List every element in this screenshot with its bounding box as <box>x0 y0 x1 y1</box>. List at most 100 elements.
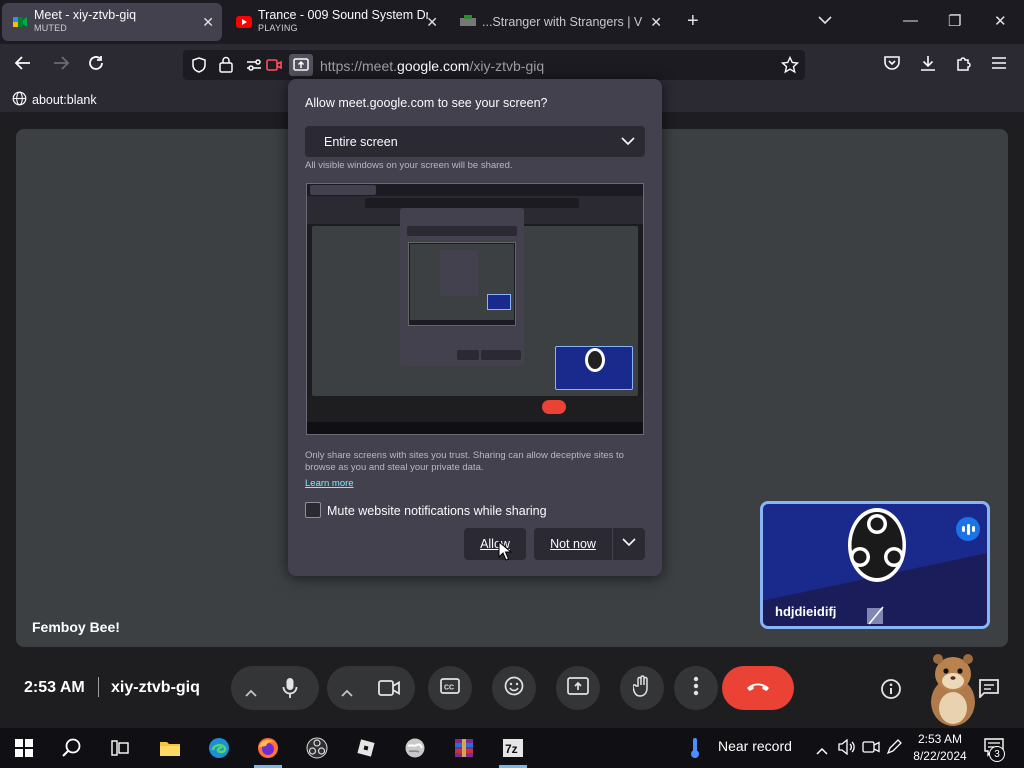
close-window-icon[interactable]: ✕ <box>994 12 1007 30</box>
tab-strip: Meet - xiy-ztvb-giq MUTED ✕ Trance - 009 … <box>0 0 1024 44</box>
roblox-icon <box>356 738 376 763</box>
chevron-up-icon[interactable] <box>341 681 353 702</box>
close-icon[interactable]: ✕ <box>202 14 214 31</box>
dialog-options-button[interactable] <box>613 528 645 560</box>
7zip-icon: 7z <box>502 738 524 763</box>
taskbar-app-globe[interactable] <box>395 732 435 768</box>
screen-preview <box>306 183 644 435</box>
notification-count-badge: 3 <box>989 746 1005 762</box>
permissions-icon[interactable] <box>245 57 263 78</box>
system-clock[interactable]: 2:53 AM 8/22/2024 <box>912 731 968 765</box>
participant-tile[interactable]: hdjdieidifj <box>760 501 990 629</box>
learn-more-link[interactable]: Learn more <box>305 478 354 489</box>
camera-control-group <box>327 666 415 710</box>
bookmark-star-icon[interactable] <box>780 55 800 79</box>
weather-text[interactable]: Near record <box>718 738 792 754</box>
share-source-value: Entire screen <box>324 135 398 149</box>
raise-hand-button[interactable] <box>620 666 664 710</box>
screen-share-icon[interactable] <box>289 54 313 76</box>
url-domain: google.com <box>397 58 470 74</box>
pen-icon[interactable] <box>886 739 902 760</box>
close-icon[interactable]: ✕ <box>426 14 438 31</box>
share-source-hint: All visible windows on your screen will … <box>305 160 513 171</box>
meeting-code: xiy-ztvb-giq <box>111 679 200 696</box>
captions-button[interactable]: CC <box>428 666 472 710</box>
back-icon[interactable] <box>14 54 32 77</box>
firefox-icon <box>257 737 279 764</box>
new-tab-icon[interactable]: + <box>687 10 699 33</box>
folder-icon <box>159 739 181 762</box>
meeting-controls: 2:53 AM xiy-ztvb-giq CC <box>0 648 1024 728</box>
hamster-sticker-icon <box>922 650 984 728</box>
tab-meet[interactable]: Meet - xiy-ztvb-giq MUTED ✕ <box>2 3 222 41</box>
task-view-button[interactable] <box>100 732 140 768</box>
hand-icon <box>632 674 651 702</box>
end-call-icon <box>745 679 771 697</box>
watermark-icon <box>865 604 887 626</box>
download-icon[interactable] <box>919 54 937 77</box>
forward-icon[interactable] <box>52 54 70 77</box>
minimize-icon[interactable]: — <box>903 12 918 29</box>
chevron-down-icon[interactable] <box>818 12 832 29</box>
google-meet-icon <box>12 14 28 30</box>
mic-control-group <box>231 666 319 710</box>
start-button[interactable] <box>4 732 44 768</box>
thermometer-icon[interactable] <box>688 737 702 764</box>
tab-omegle[interactable]: ...Stranger with Strangers | V ✕ <box>450 3 670 41</box>
winrar-icon <box>453 737 475 764</box>
menu-icon[interactable] <box>991 54 1007 75</box>
extensions-icon[interactable] <box>955 54 973 77</box>
taskbar-roblox[interactable] <box>346 732 386 768</box>
captions-icon: CC <box>440 677 460 699</box>
globe-icon <box>12 91 27 109</box>
camera-icon[interactable] <box>378 680 400 701</box>
mouse-cursor-icon <box>498 540 513 566</box>
webcam-tray-icon[interactable] <box>862 739 880 760</box>
tab-subtitle: PLAYING <box>258 23 298 33</box>
obs-avatar-icon <box>847 507 907 588</box>
screen-share-dialog: Allow meet.google.com to see your screen… <box>288 79 662 576</box>
pocket-icon[interactable] <box>883 54 901 77</box>
close-icon[interactable]: ✕ <box>650 14 662 31</box>
not-now-button[interactable]: Not now <box>534 528 612 560</box>
lock-icon[interactable] <box>219 56 233 78</box>
shield-icon[interactable] <box>191 57 207 78</box>
edge-icon <box>208 737 230 764</box>
taskbar-firefox[interactable] <box>248 732 288 768</box>
taskbar-file-explorer[interactable] <box>150 732 190 768</box>
svg-text:CC: CC <box>444 684 454 691</box>
tab-youtube[interactable]: Trance - 009 Sound System Dr PLAYING ✕ <box>226 3 446 41</box>
allow-button[interactable]: Allow <box>464 528 526 560</box>
bookmark-item[interactable]: about:blank <box>12 91 97 109</box>
microphone-icon[interactable] <box>282 677 298 704</box>
emoji-button[interactable] <box>492 666 536 710</box>
taskbar-obs[interactable] <box>297 732 337 768</box>
mute-notifications-checkbox[interactable] <box>305 502 321 518</box>
obs-icon <box>306 737 328 764</box>
info-icon[interactable] <box>880 678 902 705</box>
clock-date: 8/22/2024 <box>913 749 967 763</box>
tab-title: Trance - 009 Sound System Dr <box>258 9 428 22</box>
volume-icon[interactable] <box>838 738 856 760</box>
present-button[interactable] <box>556 666 600 710</box>
chevron-down-icon <box>622 535 636 554</box>
camera-sharing-icon[interactable] <box>266 57 282 78</box>
bookmark-label: about:blank <box>32 93 97 107</box>
taskbar-7zip[interactable]: 7z <box>493 732 533 768</box>
taskbar-winrar[interactable] <box>444 732 484 768</box>
share-source-select[interactable]: Entire screen <box>305 126 645 157</box>
taskbar-search[interactable] <box>52 732 92 768</box>
meeting-time: 2:53 AM <box>24 679 85 696</box>
chevron-up-icon[interactable] <box>245 681 257 702</box>
reload-icon[interactable] <box>87 54 105 77</box>
more-options-button[interactable] <box>674 666 718 710</box>
chevron-up-icon[interactable] <box>816 742 828 760</box>
url-path: /xiy-ztvb-giq <box>469 58 545 74</box>
taskbar-edge[interactable] <box>199 732 239 768</box>
leave-call-button[interactable] <box>722 666 794 710</box>
url-text[interactable]: https://meet.google.com/xiy-ztvb-giq <box>320 58 544 74</box>
audio-indicator-icon <box>956 517 980 541</box>
chevron-down-icon <box>621 134 635 153</box>
restore-icon[interactable]: ❐ <box>948 12 961 30</box>
clock-time: 2:53 AM <box>917 732 963 746</box>
